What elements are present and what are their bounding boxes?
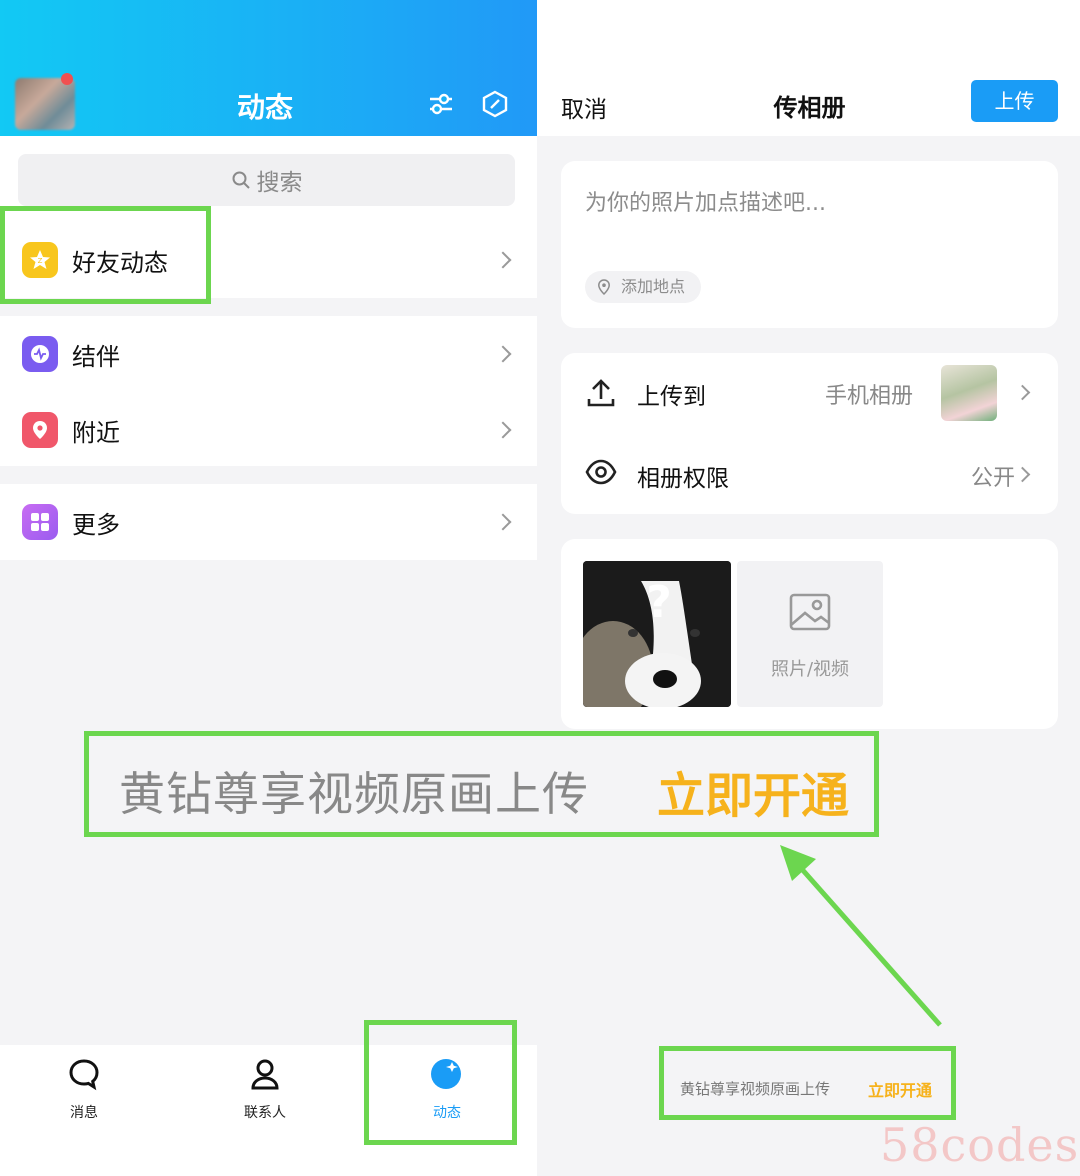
menu-item-companion[interactable]: 结伴: [0, 316, 537, 392]
tab-contacts[interactable]: 联系人: [195, 1045, 335, 1145]
eye-icon: [585, 459, 617, 485]
cancel-button[interactable]: 取消: [561, 90, 607, 124]
watermark: 58codes: [880, 1118, 1080, 1172]
upload-to-row[interactable]: 上传到 手机相册: [561, 353, 1058, 433]
tab-label: 联系人: [244, 1105, 286, 1121]
image-icon: [789, 593, 831, 631]
feed-header: 动态: [0, 0, 537, 136]
page-title: 动态: [236, 91, 293, 124]
tab-label: 消息: [70, 1105, 98, 1121]
pulse-icon: [22, 336, 58, 372]
menu-label: 结伴: [72, 342, 120, 371]
chevron-right-icon: [494, 251, 512, 269]
banner-cta[interactable]: 立即开通: [657, 756, 849, 826]
chevron-right-icon: [1014, 466, 1031, 483]
tab-messages[interactable]: 消息: [14, 1045, 154, 1145]
vip-banner-zoomed: 黄钻尊享视频原画上传 立即开通: [84, 731, 879, 837]
search-placeholder: 搜索: [256, 170, 303, 196]
arrow-annotation-icon: [780, 845, 942, 1027]
album-cover-thumbnail: [941, 365, 997, 421]
notification-dot: [61, 73, 73, 85]
page-title: 传相册: [773, 94, 846, 122]
add-location-label: 添加地点: [621, 277, 686, 296]
location-pin-icon: [598, 279, 610, 295]
permission-label: 相册权限: [637, 466, 729, 492]
location-pin-icon: [22, 412, 58, 448]
search-input[interactable]: 搜索: [18, 154, 515, 206]
menu-label: 附近: [72, 418, 120, 447]
filter-sliders-icon[interactable]: [427, 90, 455, 118]
add-media-button[interactable]: 照片/视频: [737, 561, 883, 707]
banner-text: 黄钻尊享视频原画上传: [119, 767, 589, 821]
upload-button[interactable]: 上传: [971, 80, 1058, 122]
upload-topbar: 取消 传相册 上传: [537, 0, 1080, 136]
menu-card-social: 结伴 附近: [0, 316, 537, 466]
description-card: 为你的照片加点描述吧... 添加地点: [561, 161, 1058, 328]
settings-card: 上传到 手机相册 相册权限 公开: [561, 353, 1058, 514]
small-banner-text: 黄钻尊享视频原画上传: [680, 1080, 831, 1098]
add-media-label: 照片/视频: [770, 659, 850, 680]
vip-banner: 黄钻尊享视频原画上传 立即开通: [659, 1046, 956, 1120]
grid-icon: [22, 504, 58, 540]
chevron-right-icon: [494, 513, 512, 531]
album-permission-row[interactable]: 相册权限 公开: [561, 433, 1058, 513]
menu-label: 更多: [72, 510, 120, 539]
selected-photo-thumbnail[interactable]: ?: [583, 561, 731, 707]
menu-card-more: 更多: [0, 484, 537, 560]
avatar[interactable]: [15, 78, 75, 130]
media-card: ? 照片/视频: [561, 539, 1058, 729]
menu-item-nearby[interactable]: 附近: [0, 392, 537, 468]
menu-item-more[interactable]: 更多: [0, 484, 537, 560]
chevron-right-icon: [1014, 384, 1031, 401]
small-banner-cta[interactable]: 立即开通: [868, 1077, 932, 1101]
upload-to-value: 手机相册: [825, 384, 914, 409]
search-icon: [232, 171, 250, 189]
left-panel: 动态 搜索 Z 好友动态 结伴 附近 更多 消息 联系人 动态: [0, 0, 537, 1176]
person-icon: [251, 1059, 279, 1090]
chat-bubble-icon: [69, 1059, 99, 1091]
chevron-right-icon: [494, 421, 512, 439]
description-input[interactable]: 为你的照片加点描述吧...: [585, 185, 826, 217]
compass-hexagon-icon[interactable]: [481, 90, 509, 118]
upload-arrow-icon: [587, 379, 615, 407]
upload-to-label: 上传到: [637, 384, 706, 410]
chevron-right-icon: [494, 345, 512, 363]
svg-text:?: ?: [646, 577, 672, 628]
highlight-friend-feed: [0, 206, 211, 304]
highlight-feed-tab: [364, 1020, 517, 1145]
add-location-button[interactable]: 添加地点: [585, 271, 702, 303]
permission-value: 公开: [971, 466, 1016, 491]
